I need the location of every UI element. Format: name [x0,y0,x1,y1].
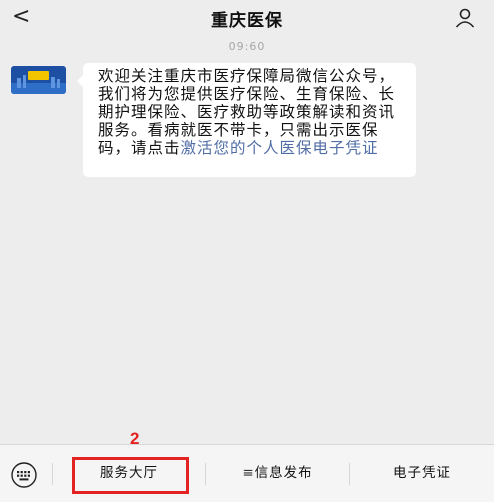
menu-e-certificate-label: 电子凭证 [393,465,451,481]
message-timestamp: 09:60 [228,40,266,53]
message-text: 欢迎关注重庆市医疗保障局微信公众号，我们将为您提供医疗保险、生育保险、长期护理保… [98,67,408,157]
activate-certificate-link[interactable]: 激活您的个人医保电子凭证 [181,139,379,157]
page-title: 重庆医保 [211,11,283,31]
step-number: 2 [130,429,140,448]
menu-e-certificate[interactable]: 电子凭证 [350,445,494,502]
account-logo-icon [11,66,66,94]
menu-service-hall-label: 服务大厅 [100,465,158,481]
keyboard-icon[interactable] [11,462,37,488]
menu-list-icon: ≡ [242,465,255,481]
menu-service-hall[interactable]: 服务大厅 [53,445,205,502]
person-icon[interactable] [454,7,476,29]
menu-info-release-label: 信息发布 [254,465,313,481]
menu-info-release[interactable]: ≡信息发布 [206,445,349,502]
bottom-menu-bar: 服务大厅 ≡信息发布 电子凭证 [0,444,494,502]
avatar[interactable] [11,66,66,94]
message-bubble: 欢迎关注重庆市医疗保障局微信公众号，我们将为您提供医疗保险、生育保险、长期护理保… [77,63,416,177]
top-bar: < 重庆医保 [0,0,494,36]
